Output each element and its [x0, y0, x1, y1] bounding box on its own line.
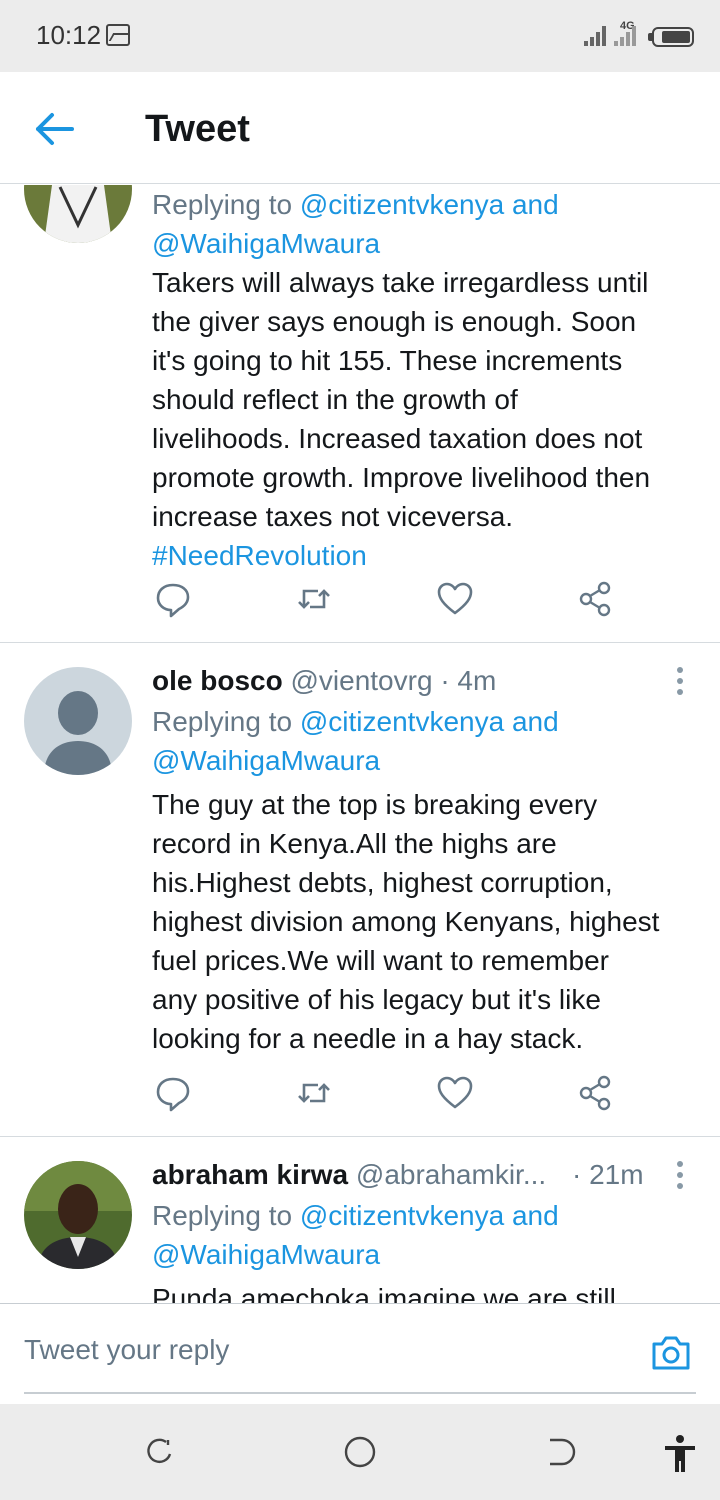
tweet-item[interactable]: Replying to @citizentvkenya and @Waihiga…	[0, 185, 720, 643]
mention-link[interactable]: @citizentvkenya and	[300, 1200, 559, 1231]
tweet-header: ole bosco @vientovrg · 4m	[152, 661, 496, 700]
tweet-item[interactable]: abraham kirwa @abrahamkir... · 21m Reply…	[0, 1137, 720, 1303]
tweet-time: · 21m	[572, 1159, 644, 1190]
replies-feed[interactable]: Replying to @citizentvkenya and @Waihiga…	[0, 185, 720, 1303]
tweet-time: · 4m	[440, 665, 497, 696]
input-underline	[24, 1392, 696, 1394]
recents-icon[interactable]	[142, 1434, 178, 1470]
retweet-icon[interactable]	[294, 579, 334, 619]
tweet-item[interactable]: ole bosco @vientovrg · 4m Replying to @c…	[0, 643, 720, 1137]
hashtag-link[interactable]: #NeedRevolution	[152, 536, 702, 575]
accessibility-icon[interactable]	[662, 1434, 698, 1472]
signal-icon-secondary	[614, 26, 640, 46]
share-icon[interactable]	[576, 1073, 616, 1113]
top-app-bar: Tweet	[0, 72, 720, 184]
retweet-icon[interactable]	[294, 1073, 334, 1113]
replying-to-line: Replying to @citizentvkenya and	[152, 706, 559, 737]
replying-to-line: Replying to @citizentvkenya and	[152, 1200, 559, 1231]
tweet-body: The guy at the top is breaking every rec…	[152, 789, 660, 1054]
status-bar: 10:12 4G	[0, 0, 720, 72]
reply-composer: Tweet your reply	[0, 1303, 720, 1403]
mention-link[interactable]: @WaihigaMwaura	[152, 1235, 380, 1274]
author-name[interactable]: ole bosco	[152, 665, 283, 696]
mention-link[interactable]: @citizentvkenya and	[300, 706, 559, 737]
more-options-icon[interactable]	[670, 663, 690, 699]
gallery-notification-icon	[106, 24, 130, 46]
author-handle[interactable]: @abrahamkir...	[356, 1159, 546, 1190]
tweet-body: Punda amechoka imagine we are still	[152, 1283, 616, 1303]
more-options-icon[interactable]	[670, 1157, 690, 1193]
tweet-header: abraham kirwa @abrahamkir...	[152, 1155, 546, 1194]
back-arrow-icon[interactable]	[30, 106, 80, 152]
signal-icon	[584, 26, 608, 46]
back-icon[interactable]	[542, 1434, 578, 1470]
mention-link[interactable]: @citizentvkenya and	[300, 189, 559, 220]
reply-icon[interactable]	[153, 579, 193, 619]
mention-link[interactable]: @WaihigaMwaura	[152, 224, 380, 263]
avatar[interactable]	[24, 185, 132, 243]
author-handle[interactable]: @vientovrg	[290, 665, 432, 696]
tweet-actions	[0, 1073, 720, 1123]
like-icon[interactable]	[435, 579, 475, 619]
home-icon[interactable]	[342, 1434, 378, 1470]
reply-input[interactable]: Tweet your reply	[24, 1334, 229, 1366]
avatar[interactable]	[24, 1161, 132, 1269]
replying-to-line: Replying to @citizentvkenya and	[152, 189, 559, 220]
share-icon[interactable]	[576, 579, 616, 619]
author-name[interactable]: abraham kirwa	[152, 1159, 348, 1190]
avatar[interactable]	[24, 667, 132, 775]
system-nav-bar	[0, 1404, 720, 1500]
status-time: 10:12	[36, 20, 102, 50]
camera-icon[interactable]	[650, 1334, 692, 1372]
tweet-body: Takers will always take irregardless unt…	[152, 263, 702, 575]
like-icon[interactable]	[435, 1073, 475, 1113]
page-title: Tweet	[145, 108, 250, 150]
reply-icon[interactable]	[153, 1073, 193, 1113]
mention-link[interactable]: @WaihigaMwaura	[152, 741, 380, 780]
tweet-actions	[0, 579, 720, 629]
battery-icon	[652, 27, 694, 47]
